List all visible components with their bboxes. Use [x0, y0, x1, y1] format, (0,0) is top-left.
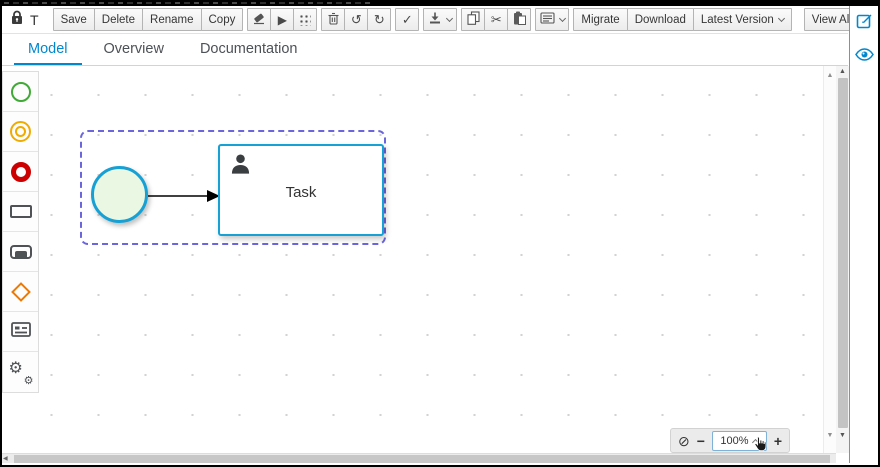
grid-icon — [299, 14, 311, 26]
lock-icon — [10, 10, 24, 30]
asset-lock: T — [10, 10, 39, 30]
paste-element-button[interactable] — [507, 8, 531, 31]
version-dropdown[interactable]: Latest Version — [693, 8, 792, 31]
zoom-out-button[interactable]: − — [697, 434, 705, 448]
container-icon — [11, 322, 31, 342]
circle-slash-icon: ⊘ — [678, 434, 690, 448]
scissors-icon: ✂ — [491, 13, 502, 26]
gateway-icon — [11, 282, 31, 302]
trash-button[interactable] — [321, 8, 345, 31]
tab-model[interactable]: Model — [14, 35, 82, 65]
editor-toolbar: T Save Delete Rename Copy ▶ ↺ — [2, 6, 848, 34]
rename-button[interactable]: Rename — [142, 8, 201, 31]
palette-end-events[interactable] — [3, 152, 38, 192]
palette-containers[interactable] — [3, 312, 38, 352]
subprocess-icon — [10, 245, 32, 259]
sequence-flow-connector[interactable] — [146, 186, 224, 206]
end-event-icon — [11, 162, 31, 182]
copy-element-button[interactable] — [461, 8, 485, 31]
user-task-node[interactable]: Task — [218, 144, 384, 236]
horizontal-scrollbar[interactable]: ◀ — [2, 453, 836, 463]
tab-documentation[interactable]: Documentation — [186, 35, 312, 65]
validate-button[interactable]: ✓ — [395, 8, 419, 31]
task-label: Task — [220, 184, 382, 201]
scroll-down-icon[interactable]: ▼ — [824, 432, 836, 439]
intermediate-event-icon — [10, 121, 31, 142]
undo-button[interactable]: ↺ — [344, 8, 368, 31]
vertical-scroll-thumb[interactable] — [838, 78, 848, 428]
version-dropdown-label: Latest Version — [701, 14, 774, 26]
save-button[interactable]: Save — [53, 8, 95, 31]
gears-icon: ⚙ ⚙ — [10, 361, 32, 383]
palette-gateways[interactable] — [3, 272, 38, 312]
check-icon: ✓ — [402, 13, 413, 26]
zoom-level-dropdown[interactable]: 100% — [712, 431, 767, 451]
chevron-up-icon — [752, 438, 759, 445]
palette-start-events[interactable] — [3, 72, 38, 112]
edit-pencil-icon[interactable] — [856, 12, 873, 34]
scroll-left-icon[interactable]: ◀ — [3, 455, 8, 462]
palette-subprocesses[interactable] — [3, 232, 38, 272]
start-event-icon — [11, 82, 31, 102]
process-canvas[interactable]: Task ⊘ − 100% + — [39, 66, 823, 453]
play-icon: ▶ — [278, 14, 287, 26]
zoom-controls: ⊘ − 100% + — [670, 428, 790, 453]
paste-icon — [512, 11, 526, 28]
redo-button[interactable]: ↻ — [367, 8, 391, 31]
migrate-button[interactable]: Migrate — [573, 8, 627, 31]
shape-palette: ⚙ ⚙ — [2, 71, 39, 393]
window-top-strip — [0, 0, 880, 6]
scroll-down-icon[interactable]: ▼ — [836, 432, 849, 439]
scroll-up-icon[interactable]: ▲ — [824, 72, 836, 79]
download-button[interactable]: Download — [627, 8, 694, 31]
horizontal-scroll-thumb[interactable] — [14, 455, 830, 463]
copy-button[interactable]: Copy — [201, 8, 244, 31]
eraser-icon — [252, 11, 266, 28]
canvas-vertical-scrollbar[interactable]: ▲ ▼ — [823, 66, 836, 453]
start-event-node[interactable] — [91, 166, 148, 223]
asset-title: T — [30, 12, 39, 28]
process-designer-window: T Save Delete Rename Copy ▶ ↺ — [0, 0, 880, 467]
palette-custom-tasks[interactable]: ⚙ ⚙ — [3, 352, 38, 392]
editor-tabbar: Model Overview Documentation — [2, 34, 848, 66]
zoom-in-button[interactable]: + — [774, 434, 782, 448]
chevron-down-icon — [778, 14, 785, 21]
export-button[interactable] — [423, 8, 457, 31]
copy-pages-icon — [467, 11, 480, 28]
page-vertical-scrollbar[interactable]: ▲ ▼ — [836, 66, 849, 453]
download-icon — [428, 11, 442, 28]
erase-button[interactable] — [247, 8, 271, 31]
scroll-up-icon[interactable]: ▲ — [836, 68, 849, 75]
zoom-reset-button[interactable]: ⊘ — [678, 434, 690, 448]
cut-element-button[interactable]: ✂ — [484, 8, 508, 31]
palette-intermediate-events[interactable] — [3, 112, 38, 152]
chevron-down-icon — [559, 14, 566, 21]
form-icon — [540, 12, 555, 27]
chevron-down-icon — [446, 14, 453, 21]
minus-icon: − — [697, 434, 705, 448]
palette-tasks[interactable] — [3, 192, 38, 232]
task-shape-icon — [10, 205, 32, 218]
plus-icon: + — [774, 434, 782, 448]
user-icon — [230, 153, 251, 181]
zoom-level-value: 100% — [720, 435, 748, 447]
trash-icon — [327, 11, 340, 28]
redo-icon: ↻ — [374, 13, 385, 26]
clipped-text-remnant — [4, 1, 372, 4]
preview-eye-icon[interactable] — [855, 48, 874, 66]
tab-overview[interactable]: Overview — [90, 35, 178, 65]
delete-button[interactable]: Delete — [94, 8, 143, 31]
form-generation-button[interactable] — [535, 8, 569, 31]
right-rail — [850, 6, 878, 463]
grid-view-button[interactable] — [293, 8, 317, 31]
run-process-button[interactable]: ▶ — [270, 8, 294, 31]
undo-icon: ↺ — [351, 13, 362, 26]
